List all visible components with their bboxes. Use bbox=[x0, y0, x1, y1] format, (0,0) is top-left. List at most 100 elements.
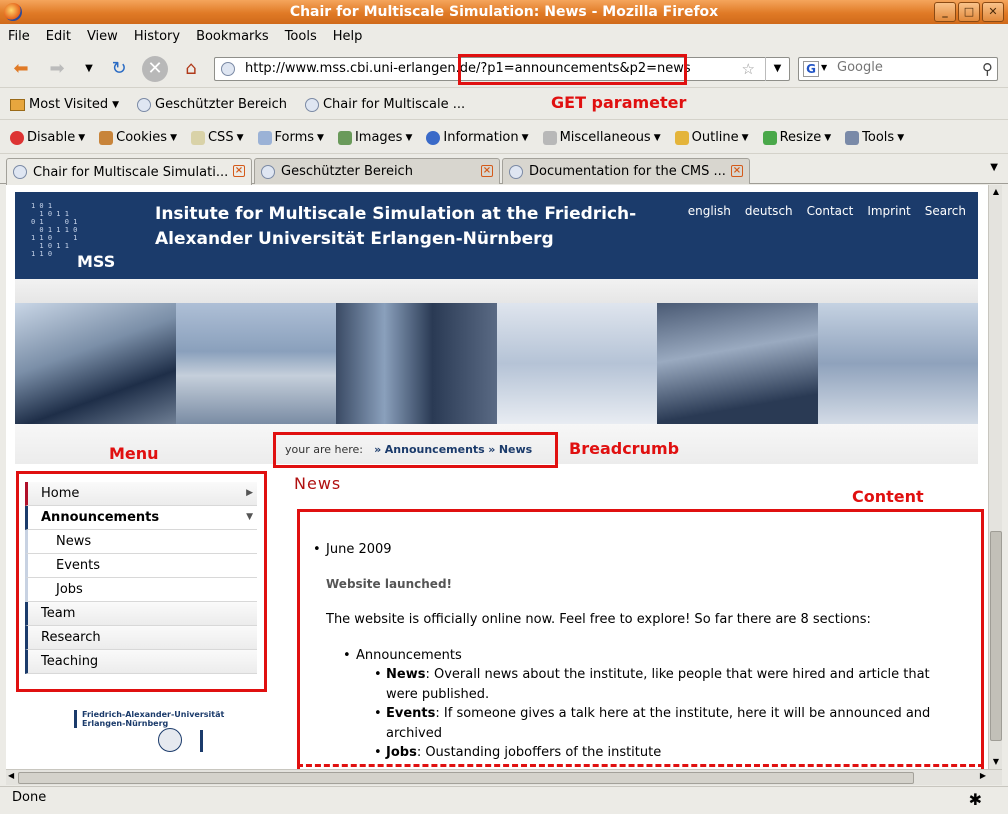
logo-text[interactable]: MSS bbox=[77, 252, 115, 271]
firefox-logo-icon bbox=[4, 3, 22, 21]
stop-icon[interactable]: ✕ bbox=[142, 56, 168, 82]
fau-logo[interactable]: Friedrich-Alexander-Universität Erlangen… bbox=[74, 710, 224, 754]
history-dropdown-icon[interactable]: ▼ bbox=[76, 56, 102, 82]
bookmark-geschuetzter-bereich[interactable]: Geschützter Bereich bbox=[137, 97, 287, 112]
annotation-menu-box bbox=[16, 471, 267, 692]
engine-dropdown-icon[interactable]: ▼ bbox=[821, 63, 827, 72]
scroll-right-icon[interactable]: ▶ bbox=[980, 771, 986, 780]
scroll-up-icon[interactable]: ▲ bbox=[989, 185, 1003, 199]
bookmark-star-icon[interactable]: ☆ bbox=[742, 60, 755, 78]
home-icon[interactable]: ⌂ bbox=[178, 56, 204, 82]
fau-logo-line: Friedrich-Alexander-Universität bbox=[82, 710, 225, 719]
menu-bookmarks[interactable]: Bookmarks bbox=[196, 29, 269, 44]
close-icon[interactable]: × bbox=[731, 165, 743, 177]
tab-label: Geschützter Bereich bbox=[281, 164, 413, 179]
tab-chair[interactable]: Chair for Multiscale Simulati... × bbox=[6, 158, 252, 185]
devbar-forms[interactable]: Forms ▼ bbox=[257, 130, 324, 145]
tab-label: Documentation for the CMS ... bbox=[529, 164, 726, 179]
devbar-label: Images bbox=[354, 130, 403, 145]
banner-photo-aircraft bbox=[15, 303, 176, 424]
logo-line: 1 1 0 1 bbox=[31, 234, 78, 242]
fau-logo-bar bbox=[74, 710, 77, 728]
list-all-tabs-icon[interactable]: ▼ bbox=[990, 162, 998, 173]
devbar-css[interactable]: CSS ▼ bbox=[190, 130, 244, 145]
menubar: File Edit View History Bookmarks Tools H… bbox=[0, 24, 1008, 48]
fau-logo-bar bbox=[200, 730, 203, 752]
bookmark-chair[interactable]: Chair for Multiscale ... bbox=[304, 97, 465, 112]
globe-icon bbox=[509, 164, 523, 179]
mss-logo-icon: 1 0 1 1 0 1 1 0 1 0 1 0 1 1 1 0 1 1 0 1 … bbox=[31, 202, 79, 262]
devbar-tools[interactable]: Tools ▼ bbox=[845, 130, 904, 145]
annotation-get-parameter-label: GET parameter bbox=[551, 93, 687, 112]
devbar-label: Disable bbox=[27, 130, 76, 145]
chevron-down-icon: ▼ bbox=[317, 132, 324, 143]
scroll-down-icon[interactable]: ▼ bbox=[989, 755, 1003, 769]
chevron-down-icon: ▼ bbox=[78, 132, 86, 143]
menu-edit[interactable]: Edit bbox=[46, 29, 71, 44]
search-bar[interactable]: G ▼ ⚲ bbox=[798, 57, 998, 81]
annotation-breadcrumb-label: Breadcrumb bbox=[569, 439, 680, 458]
folder-icon bbox=[10, 98, 25, 111]
back-arrow-icon[interactable]: ⬅ bbox=[8, 56, 34, 82]
devbar-label: Tools bbox=[862, 130, 895, 145]
forward-arrow-icon[interactable]: ➡ bbox=[44, 56, 70, 82]
reload-icon[interactable]: ↻ bbox=[106, 56, 132, 82]
link-search[interactable]: Search bbox=[925, 204, 966, 218]
banner-photo-spheres bbox=[817, 303, 978, 424]
scroll-left-icon[interactable]: ◀ bbox=[8, 771, 14, 780]
maximize-button[interactable]: □ bbox=[958, 2, 980, 22]
search-input[interactable] bbox=[837, 60, 967, 75]
window-titlebar: Chair for Multiscale Simulation: News - … bbox=[0, 0, 1008, 24]
annotation-content-box bbox=[297, 509, 984, 769]
close-icon[interactable]: × bbox=[233, 165, 245, 177]
scrollbar-thumb[interactable] bbox=[18, 772, 914, 784]
bookmark-most-visited[interactable]: Most Visited ▼ bbox=[10, 97, 119, 112]
forms-icon bbox=[257, 130, 272, 145]
cookie-icon bbox=[99, 130, 114, 145]
horizontal-scrollbar[interactable]: ◀ ▶ bbox=[6, 769, 1002, 785]
devbar-miscellaneous[interactable]: Miscellaneous ▼ bbox=[542, 130, 661, 145]
minimize-button[interactable]: _ bbox=[934, 2, 956, 22]
close-icon[interactable]: × bbox=[481, 165, 493, 177]
chevron-down-icon: ▼ bbox=[653, 132, 661, 143]
url-dropdown-icon[interactable]: ▼ bbox=[765, 57, 789, 81]
close-window-button[interactable]: ✕ bbox=[982, 2, 1004, 22]
devbar-label: Miscellaneous bbox=[559, 130, 651, 145]
devbar-disable[interactable]: Disable ▼ bbox=[10, 130, 85, 145]
bookmark-label: Most Visited bbox=[29, 97, 109, 112]
banner-image bbox=[15, 303, 978, 424]
devbar-information[interactable]: Information ▼ bbox=[426, 130, 529, 145]
information-icon bbox=[426, 130, 441, 145]
menu-help[interactable]: Help bbox=[333, 29, 363, 44]
top-links: english deutsch Contact Imprint Search bbox=[688, 204, 966, 218]
search-icon[interactable]: ⚲ bbox=[982, 60, 993, 78]
banner-photo-particles bbox=[496, 303, 657, 424]
devbar-label: CSS bbox=[207, 130, 234, 145]
link-imprint[interactable]: Imprint bbox=[867, 204, 910, 218]
chevron-down-icon: ▼ bbox=[112, 99, 120, 110]
vertical-scrollbar[interactable]: ▲ ▼ bbox=[988, 185, 1002, 769]
logo-line: 1 0 1 1 bbox=[31, 210, 69, 218]
menu-view[interactable]: View bbox=[87, 29, 118, 44]
menu-tools[interactable]: Tools bbox=[285, 29, 317, 44]
devbar-cookies[interactable]: Cookies ▼ bbox=[99, 130, 177, 145]
devbar-images[interactable]: Images ▼ bbox=[337, 130, 412, 145]
menu-history[interactable]: History bbox=[134, 29, 180, 44]
link-contact[interactable]: Contact bbox=[807, 204, 854, 218]
firebug-icon[interactable]: ✱ bbox=[969, 789, 982, 811]
tab-label: Chair for Multiscale Simulati... bbox=[33, 164, 229, 180]
site-identity-icon[interactable] bbox=[221, 62, 235, 76]
menu-file[interactable]: File bbox=[8, 29, 30, 44]
page-title: News bbox=[294, 474, 342, 493]
scrollbar-thumb[interactable] bbox=[990, 531, 1002, 741]
tab-documentation[interactable]: Documentation for the CMS ... × bbox=[502, 158, 750, 184]
tab-geschuetzter-bereich[interactable]: Geschützter Bereich × bbox=[254, 158, 500, 184]
link-english[interactable]: english bbox=[688, 204, 731, 218]
fau-logo-text: Friedrich-Alexander-Universität Erlangen… bbox=[82, 710, 224, 728]
window-title: Chair for Multiscale Simulation: News - … bbox=[289, 4, 719, 20]
devbar-resize[interactable]: Resize ▼ bbox=[762, 130, 832, 145]
devbar-outline[interactable]: Outline ▼ bbox=[674, 130, 749, 145]
link-deutsch[interactable]: deutsch bbox=[745, 204, 793, 218]
chevron-down-icon: ▼ bbox=[824, 132, 832, 143]
google-engine-icon[interactable]: G bbox=[803, 61, 819, 77]
